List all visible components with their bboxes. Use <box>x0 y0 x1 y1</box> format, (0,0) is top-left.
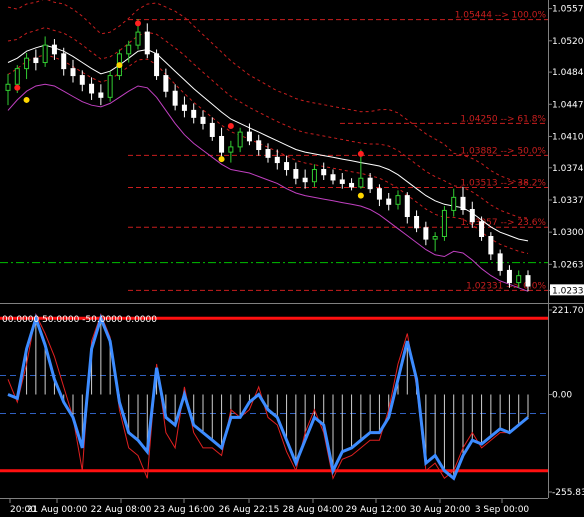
time-tick-label: 22 Aug 08:00 <box>91 505 152 515</box>
signal-dot-yellow <box>218 156 225 163</box>
candle-body <box>246 131 252 142</box>
candle-body <box>98 92 104 98</box>
time-tick-label: 28 Aug 04:00 <box>283 505 344 515</box>
candle-body <box>404 195 410 217</box>
fib-level-label: 1.04250 --> 61.8% <box>460 114 546 124</box>
candle-body <box>107 75 113 98</box>
candle-body <box>200 116 206 124</box>
signal-dot-yellow <box>23 96 30 103</box>
candle-body <box>339 179 345 184</box>
candle-body <box>163 75 169 92</box>
candle-body <box>321 169 327 176</box>
signal-dot-red <box>14 84 21 91</box>
oscillator-header: 00.0000 50.0000 -50.0000 0.0000 <box>2 315 157 325</box>
candle-body <box>441 209 447 238</box>
fib-level-label: 1.03513 --> 38.2% <box>460 179 546 189</box>
candle-body <box>265 149 271 158</box>
trading-chart[interactable]: 1.05570 1.05200 1.04840 1.04470 1.04100 1.037… <box>0 0 584 517</box>
candle-body <box>61 53 67 70</box>
candle-body <box>70 68 76 77</box>
time-tick-label: 26 Aug 22:15 <box>219 505 280 515</box>
signal-dot-red <box>135 20 141 27</box>
candle-body <box>274 156 280 164</box>
candle-body <box>209 122 215 137</box>
candle-body <box>191 109 197 118</box>
candle-body <box>311 169 317 183</box>
candle-body <box>89 83 95 94</box>
signal-dot-red <box>357 150 364 157</box>
candle-body <box>460 196 466 211</box>
candle-body <box>33 57 39 64</box>
candle-body <box>51 44 57 55</box>
price-tick-label: 1.04100 <box>552 132 584 142</box>
candle-body <box>154 53 160 77</box>
signal-dot-red <box>227 123 234 130</box>
candle-body <box>330 174 336 181</box>
candle-body <box>219 135 225 153</box>
price-tick-label: 1.04470 <box>552 100 584 110</box>
time-tick-label: 21 Aug 00:00 <box>27 505 88 515</box>
osc-tick-label: 0.00 <box>552 390 572 400</box>
price-tick-label: 1.04840 <box>552 68 584 78</box>
candle-body <box>5 83 11 91</box>
time-tick-label: 23 Aug 16:00 <box>154 505 215 515</box>
time-tick-label: 3 Sep 00:00 <box>475 505 530 515</box>
price-tick-label: 1.03370 <box>552 196 584 206</box>
candle-body <box>181 104 187 111</box>
candle-body <box>516 275 522 284</box>
price-tick-label: 1.03740 <box>552 164 584 174</box>
candle-body <box>293 169 299 179</box>
candle-body <box>386 198 392 205</box>
candle-body <box>479 221 485 238</box>
price-tick-label: 1.05200 <box>552 37 584 47</box>
candle-body <box>414 215 420 229</box>
signal-dot-yellow <box>116 62 123 69</box>
chart-background <box>0 0 584 517</box>
candle-body <box>395 195 401 205</box>
candle-body <box>525 275 531 287</box>
candle-body <box>144 31 150 55</box>
candle-body <box>172 90 178 106</box>
candle-body <box>506 269 512 284</box>
candle-body <box>42 44 48 64</box>
candle-body <box>349 182 355 188</box>
price-tick-label: 1.05570 <box>552 5 584 15</box>
candle-body <box>126 44 132 55</box>
candle-body <box>469 209 475 223</box>
candle-body <box>451 196 457 211</box>
price-tick-label: 1.03000 <box>552 228 584 238</box>
candle-body <box>432 236 438 240</box>
candle-body <box>376 188 382 200</box>
signal-dot-yellow <box>357 192 364 199</box>
price-tick-label: 1.02630 <box>552 260 584 270</box>
osc-tick-label: -255.830 <box>552 488 584 498</box>
osc-tick-label: 221.706 <box>552 306 584 316</box>
candle-body <box>256 140 262 151</box>
fib-level-label: 1.05444 --> 100.0% <box>455 11 547 21</box>
candle-body <box>497 253 503 271</box>
candle-body <box>14 68 20 85</box>
time-tick-label: 29 Aug 12:00 <box>346 505 407 515</box>
candle-body <box>228 146 234 153</box>
candle-body <box>488 236 494 255</box>
price-tick-label: 1.02331 <box>552 286 584 296</box>
candle-body <box>367 177 373 190</box>
fib-level-label: 1.03882 --> 50.0% <box>460 146 546 156</box>
candle-body <box>358 177 364 188</box>
candle-body <box>135 31 141 46</box>
candle-body <box>302 177 308 183</box>
candle-body <box>284 162 290 171</box>
candle-body <box>79 75 85 85</box>
candle-body <box>24 57 30 70</box>
time-tick-label: 30 Aug 20:00 <box>410 505 471 515</box>
candle-body <box>423 227 429 240</box>
candle-body <box>237 131 243 148</box>
